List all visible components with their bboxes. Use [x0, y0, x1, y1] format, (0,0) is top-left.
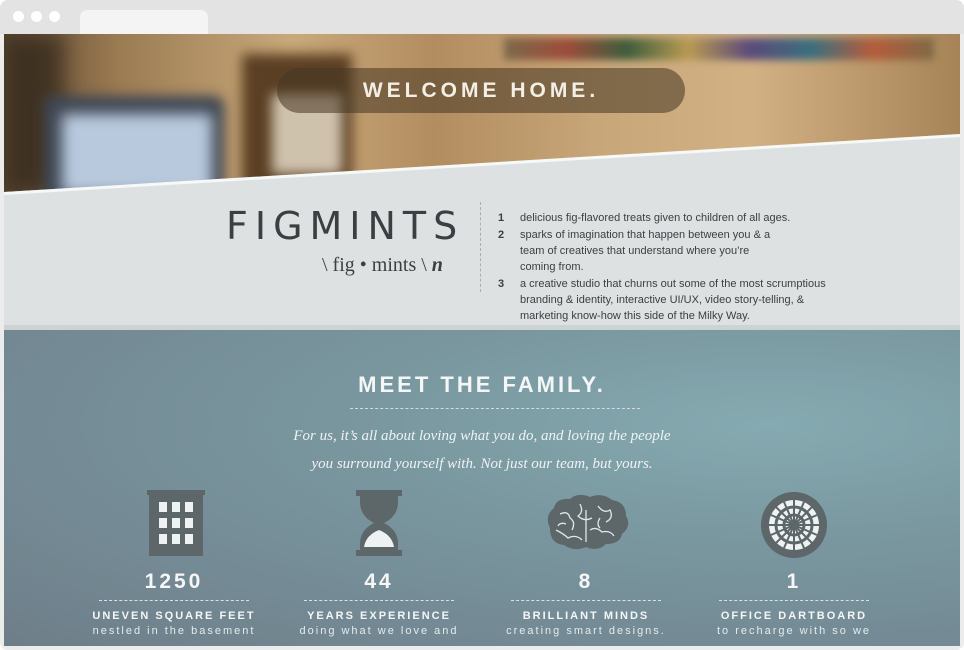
stat-label: OFFICE DARTBOARD — [720, 610, 868, 622]
definition-number: 1 — [498, 212, 505, 224]
stat-rule — [304, 600, 454, 601]
definition-item: 3 a creative studio that churns out some… — [498, 276, 858, 324]
stat-value: 1250 — [144, 570, 204, 593]
building-icon — [139, 490, 209, 560]
browser-chrome — [0, 0, 964, 34]
brand-wordmark: FIGMINTS — [226, 204, 465, 248]
brain-icon — [540, 490, 632, 560]
stat-office-dartboard: 1 OFFICE DARTBOARD to recharge with so w… — [704, 490, 884, 637]
hero-photo-shelf — [504, 38, 934, 60]
brand-pronunciation: \ fig • mints \ n — [322, 254, 443, 277]
browser-window: WELCOME HOME. FIGMINTS \ fig • mints \ n… — [0, 0, 964, 650]
browser-tab[interactable] — [80, 10, 208, 34]
welcome-heading: WELCOME HOME. — [277, 68, 685, 113]
stat-label: BRILLIANT MINDS — [522, 610, 650, 622]
family-section: MEET THE FAMILY. For us, it’s all about … — [4, 330, 960, 646]
stat-subtext: doing what we love and — [299, 625, 459, 637]
window-maximize-dot[interactable] — [49, 11, 60, 22]
part-of-speech: n — [431, 254, 443, 276]
dartboard-icon — [759, 490, 829, 560]
definition-divider — [480, 202, 481, 292]
stat-subtext: to recharge with so we — [716, 625, 872, 637]
definition-number: 3 — [498, 278, 505, 290]
family-subtitle-line: For us, it’s all about loving what you d… — [293, 428, 671, 444]
window-minimize-dot[interactable] — [31, 11, 42, 22]
family-subtitle-line: you surround yourself with. Not just our… — [311, 456, 653, 472]
family-title-rule — [350, 408, 640, 409]
definition-list: 1 delicious fig-flavored treats given to… — [498, 210, 858, 325]
stat-rule — [99, 600, 249, 601]
page-viewport: WELCOME HOME. FIGMINTS \ fig • mints \ n… — [4, 34, 960, 646]
stat-value: 1 — [786, 570, 802, 593]
definition-text: sparks of imagination that happen betwee… — [520, 229, 771, 273]
stat-subtext: creating smart designs. — [506, 625, 666, 637]
definition-item: 1 delicious fig-flavored treats given to… — [498, 210, 858, 226]
stat-value: 8 — [578, 570, 594, 593]
family-subtitle: For us, it’s all about loving what you d… — [4, 422, 960, 478]
family-title: MEET THE FAMILY. — [358, 372, 606, 397]
stat-subtext: nestled in the basement — [92, 625, 256, 637]
stat-square-feet: 1250 UNEVEN SQUARE FEET nestled in the b… — [84, 490, 264, 637]
stat-label: YEARS EXPERIENCE — [307, 610, 451, 622]
stat-rule — [511, 600, 661, 601]
stat-years-experience: 44 YEARS EXPERIENCE doing what we love a… — [289, 490, 469, 637]
stat-rule — [719, 600, 869, 601]
definition-text: a creative studio that churns out some o… — [520, 278, 826, 322]
stat-value: 44 — [364, 570, 394, 593]
pronunciation-text: \ fig • mints \ — [322, 254, 427, 276]
stat-brilliant-minds: 8 BRILLIANT MINDS creating smart designs… — [496, 490, 676, 637]
definition-number: 2 — [498, 229, 505, 241]
hourglass-icon — [344, 490, 414, 560]
window-close-dot[interactable] — [13, 11, 24, 22]
stat-label: UNEVEN SQUARE FEET — [92, 610, 256, 622]
definition-text: delicious fig-flavored treats given to c… — [520, 212, 791, 224]
definition-item: 2 sparks of imagination that happen betw… — [498, 227, 858, 275]
